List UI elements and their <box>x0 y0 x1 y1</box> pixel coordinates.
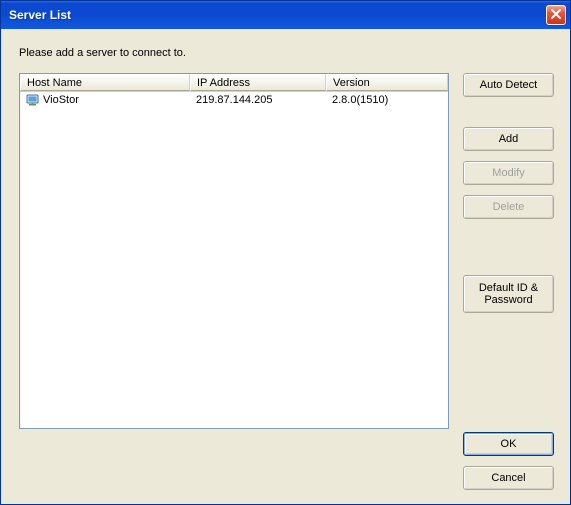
add-button[interactable]: Add <box>463 127 554 151</box>
cell-host: VioStor <box>20 94 190 107</box>
list-body: VioStor 219.87.144.205 2.8.0(1510) <box>20 92 448 428</box>
cell-ip: 219.87.144.205 <box>190 94 326 106</box>
column-header-host[interactable]: Host Name <box>20 74 190 91</box>
ok-button[interactable]: OK <box>463 432 554 456</box>
close-button[interactable] <box>546 5 566 25</box>
modify-button[interactable]: Modify <box>463 161 554 185</box>
cell-version: 2.8.0(1510) <box>326 94 448 106</box>
close-icon <box>551 9 561 22</box>
list-header: Host Name IP Address Version <box>20 74 448 92</box>
auto-detect-button[interactable]: Auto Detect <box>463 73 554 97</box>
window-title: Server List <box>9 8 71 22</box>
instruction-text: Please add a server to connect to. <box>19 47 554 59</box>
default-id-password-button[interactable]: Default ID & Password <box>463 275 554 313</box>
column-header-version[interactable]: Version <box>326 74 448 91</box>
delete-button[interactable]: Delete <box>463 195 554 219</box>
content-area: Please add a server to connect to. Host … <box>1 29 570 504</box>
table-row[interactable]: VioStor 219.87.144.205 2.8.0(1510) <box>20 92 448 108</box>
titlebar: Server List <box>1 1 570 29</box>
server-icon <box>26 94 39 107</box>
column-header-ip[interactable]: IP Address <box>190 74 326 91</box>
cancel-button[interactable]: Cancel <box>463 466 554 490</box>
main-row: Host Name IP Address Version <box>19 73 554 490</box>
server-list-window: Server List Please add a server to conne… <box>0 0 571 505</box>
button-column: Auto Detect Add Modify Delete Default ID… <box>463 73 554 490</box>
server-list[interactable]: Host Name IP Address Version <box>19 73 449 429</box>
cell-host-text: VioStor <box>43 94 79 106</box>
